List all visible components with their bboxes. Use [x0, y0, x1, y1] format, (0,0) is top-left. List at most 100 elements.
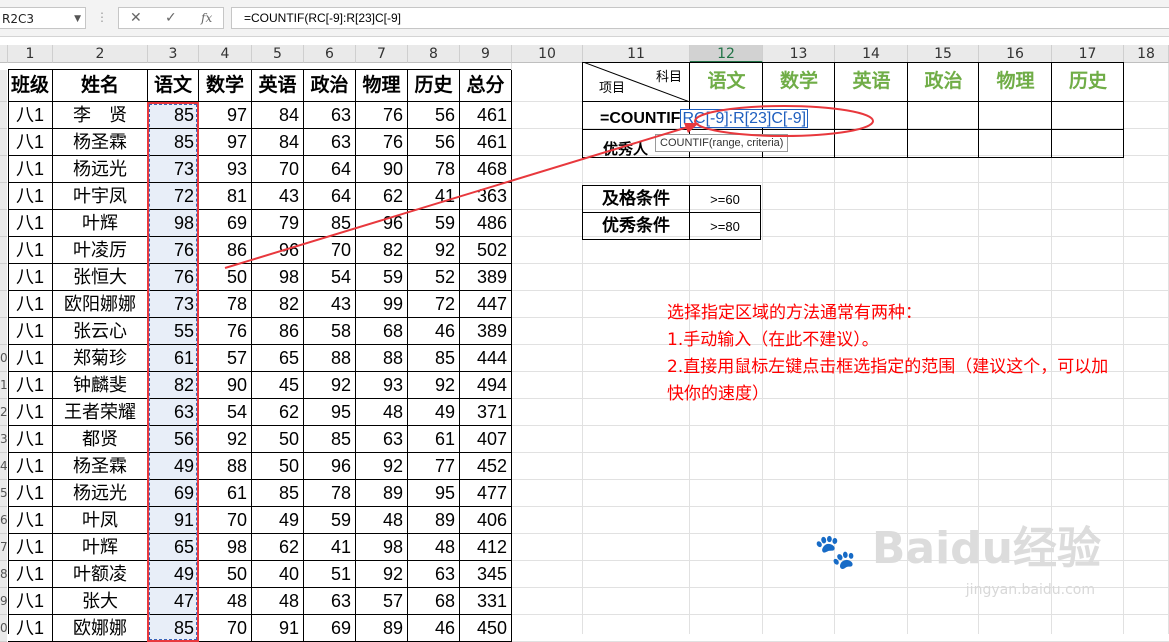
table-cell[interactable]: 八1	[8, 237, 53, 264]
condition-label[interactable]: 优秀条件	[583, 213, 690, 240]
column-title[interactable]: 班级	[8, 70, 53, 102]
table-cell[interactable]: 杨圣霖	[53, 453, 148, 480]
table-cell[interactable]: 八1	[8, 291, 53, 318]
stats-cell[interactable]	[979, 130, 1052, 158]
table-cell[interactable]: 70	[252, 156, 304, 183]
table-cell[interactable]: 389	[460, 264, 512, 291]
table-cell[interactable]: 49	[252, 507, 304, 534]
table-cell[interactable]: 98	[199, 534, 252, 561]
table-cell[interactable]: 杨远光	[53, 480, 148, 507]
table-cell[interactable]: 86	[199, 237, 252, 264]
column-header-8[interactable]: 8	[408, 45, 460, 63]
table-cell[interactable]: 叶凌厉	[53, 237, 148, 264]
table-cell[interactable]: 61	[408, 426, 460, 453]
column-header-2[interactable]: 2	[53, 45, 148, 63]
table-cell[interactable]: 477	[460, 480, 512, 507]
stats-cell[interactable]	[1052, 102, 1124, 130]
table-cell[interactable]: 叶宇凤	[53, 183, 148, 210]
column-header-11[interactable]: 11	[583, 45, 690, 63]
column-header-10[interactable]: 10	[512, 45, 583, 63]
column-title[interactable]: 姓名	[53, 70, 148, 102]
table-cell[interactable]: 79	[252, 210, 304, 237]
table-cell[interactable]: 57	[356, 588, 408, 615]
table-cell[interactable]: 48	[252, 588, 304, 615]
table-cell[interactable]: 八1	[8, 399, 53, 426]
table-cell[interactable]: 八1	[8, 588, 53, 615]
table-cell[interactable]: 90	[199, 372, 252, 399]
table-cell[interactable]: 八1	[8, 345, 53, 372]
row-header[interactable]: 8	[0, 561, 7, 588]
table-cell[interactable]: 钟麟斐	[53, 372, 148, 399]
table-cell[interactable]: 57	[199, 345, 252, 372]
enter-icon[interactable]: ✓	[165, 8, 177, 28]
table-cell[interactable]: 69	[304, 615, 356, 642]
table-cell[interactable]: 98	[252, 264, 304, 291]
column-header-12[interactable]: 12	[690, 45, 763, 63]
table-cell[interactable]: 76	[356, 129, 408, 156]
table-cell[interactable]: 叶额凌	[53, 561, 148, 588]
name-box[interactable]: R2C3 ▼	[0, 7, 86, 29]
table-cell[interactable]: 92	[408, 372, 460, 399]
table-cell[interactable]: 447	[460, 291, 512, 318]
table-cell[interactable]: 70	[199, 615, 252, 642]
column-title[interactable]: 总分	[460, 70, 512, 102]
table-cell[interactable]: 张大	[53, 588, 148, 615]
table-cell[interactable]: 98	[356, 534, 408, 561]
table-cell[interactable]: 82	[252, 291, 304, 318]
table-cell[interactable]: 450	[460, 615, 512, 642]
table-cell[interactable]: 64	[304, 183, 356, 210]
row-header[interactable]: 0	[0, 345, 7, 372]
table-cell[interactable]: 88	[199, 453, 252, 480]
table-cell[interactable]: 502	[460, 237, 512, 264]
table-cell[interactable]: 43	[252, 183, 304, 210]
column-header-14[interactable]: 14	[835, 45, 908, 63]
column-header-5[interactable]: 5	[252, 45, 304, 63]
table-cell[interactable]: 92	[304, 372, 356, 399]
table-cell[interactable]: 89	[356, 480, 408, 507]
column-header-18[interactable]: 18	[1124, 45, 1169, 63]
table-cell[interactable]: 八1	[8, 156, 53, 183]
row-header[interactable]	[0, 210, 7, 237]
row-header[interactable]: 5	[0, 480, 7, 507]
column-header-6[interactable]: 6	[304, 45, 356, 63]
table-cell[interactable]: 86	[252, 318, 304, 345]
subject-header[interactable]: 物理	[979, 62, 1052, 102]
table-cell[interactable]: 99	[356, 291, 408, 318]
table-cell[interactable]: 50	[199, 264, 252, 291]
column-header-7[interactable]: 7	[356, 45, 408, 63]
table-cell[interactable]: 62	[252, 534, 304, 561]
table-cell[interactable]: 92	[408, 237, 460, 264]
row-header[interactable]	[0, 129, 7, 156]
table-cell[interactable]: 92	[356, 561, 408, 588]
table-cell[interactable]: 八1	[8, 129, 53, 156]
table-cell[interactable]: 81	[199, 183, 252, 210]
table-cell[interactable]: 68	[356, 318, 408, 345]
table-cell[interactable]: 八1	[8, 426, 53, 453]
table-cell[interactable]: 407	[460, 426, 512, 453]
condition-value[interactable]: >=80	[690, 213, 761, 240]
table-cell[interactable]: 88	[356, 345, 408, 372]
table-cell[interactable]: 八1	[8, 507, 53, 534]
row-header[interactable]	[0, 264, 7, 291]
table-cell[interactable]: 62	[356, 183, 408, 210]
column-title[interactable]: 语文	[148, 70, 199, 102]
table-cell[interactable]: 48	[199, 588, 252, 615]
table-cell[interactable]: 八1	[8, 264, 53, 291]
table-cell[interactable]: 93	[199, 156, 252, 183]
table-cell[interactable]: 八1	[8, 210, 53, 237]
table-cell[interactable]: 杨圣霖	[53, 129, 148, 156]
row-header[interactable]	[0, 237, 7, 264]
chevron-down-icon[interactable]: ▼	[74, 8, 81, 30]
table-cell[interactable]: 461	[460, 102, 512, 129]
table-cell[interactable]: 76	[356, 102, 408, 129]
column-title[interactable]: 政治	[304, 70, 356, 102]
stats-cell[interactable]	[979, 102, 1052, 130]
table-cell[interactable]: 92	[199, 426, 252, 453]
table-cell[interactable]: 85	[408, 345, 460, 372]
table-cell[interactable]: 97	[199, 129, 252, 156]
column-header-15[interactable]: 15	[908, 45, 979, 63]
table-cell[interactable]: 412	[460, 534, 512, 561]
row-header[interactable]: 7	[0, 534, 7, 561]
table-cell[interactable]: 345	[460, 561, 512, 588]
table-cell[interactable]: 70	[199, 507, 252, 534]
